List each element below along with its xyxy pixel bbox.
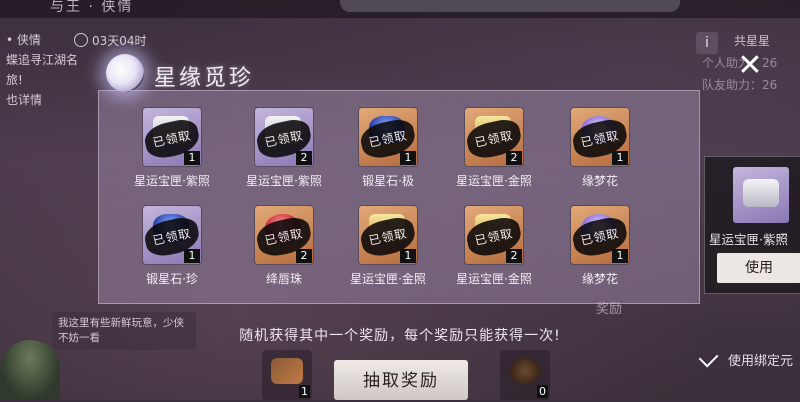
reward-tile: 已领取 2: [464, 108, 524, 166]
reward-item[interactable]: 已领取 2 星运宝匣·紫照: [236, 108, 332, 189]
reward-count: 1: [612, 151, 628, 165]
reward-item[interactable]: 已领取 2 星运宝匣·金照: [446, 206, 542, 287]
countdown: 03天04时: [74, 32, 147, 49]
reward-name: 星运宝匣·金照: [456, 174, 532, 188]
item-name: 星运宝匣·紫照: [709, 232, 788, 247]
reward-item[interactable]: 已领取 1 星运宝匣·金照: [340, 206, 436, 287]
reward-name: 缘梦花: [581, 272, 618, 286]
reward-count: 1: [400, 249, 416, 263]
reward-count: 1: [612, 249, 628, 263]
reward-name: 锻星石·极: [362, 174, 414, 188]
reward-count: 2: [296, 249, 312, 263]
use-button[interactable]: 使用: [717, 253, 800, 283]
reward-count: 1: [400, 151, 416, 165]
reward-name: 星运宝匣·金照: [350, 272, 426, 286]
left-info-line3: 旅!: [6, 73, 23, 87]
reward-name: 星运宝匣·紫照: [134, 174, 210, 188]
reward-tile: 已领取 2: [254, 206, 314, 264]
reward-count: 1: [184, 151, 200, 165]
reward-tile: 已领取 2: [254, 108, 314, 166]
use-bound-option[interactable]: 使用绑定元: [698, 347, 794, 369]
reward-name: 缘梦花: [581, 174, 618, 188]
clock-icon: [74, 33, 88, 47]
bottom-item-slot[interactable]: 1: [262, 350, 312, 400]
reward-item[interactable]: 已领取 2 星运宝匣·金照: [446, 108, 542, 189]
reward-label-behind: 奖励: [596, 302, 623, 317]
reward-count: 2: [506, 249, 522, 263]
reward-name: 星运宝匣·紫照: [246, 174, 322, 188]
reward-item[interactable]: 已领取 1 锻星石·珍: [124, 206, 220, 287]
close-icon[interactable]: ✕: [732, 48, 768, 84]
draw-reward-button[interactable]: 抽取奖励: [334, 360, 468, 400]
npc-avatar[interactable]: [0, 340, 60, 400]
reward-tile: 已领取 1: [142, 206, 202, 264]
reward-name: 星运宝匣·金照: [456, 272, 532, 286]
checkmark-icon: [698, 347, 719, 368]
bottom-item-count: 1: [299, 385, 310, 398]
left-info-line4[interactable]: 也详情: [0, 90, 110, 110]
reward-item[interactable]: 已领取 2 绛唇珠: [236, 206, 332, 287]
reward-tile: 已领取 1: [570, 206, 630, 264]
reward-item[interactable]: 已领取 1 星运宝匣·紫照: [124, 108, 220, 189]
item-tile: [733, 167, 789, 223]
reward-item[interactable]: 已领取 1 缘梦花: [552, 206, 648, 287]
dialog-title: 星缘觅珍: [154, 66, 255, 91]
reward-tile: 已领取 1: [358, 206, 418, 264]
hat-icon: [509, 358, 541, 384]
item-detail-panel: 星运宝匣·紫照 使用: [704, 156, 800, 294]
scroll-icon: [271, 358, 303, 384]
reward-count: 2: [296, 151, 312, 165]
reward-notice: 随机获得其中一个奖励，每个奖励只能获得一次!: [239, 328, 561, 344]
left-info-line2: 蝶追寻江湖名: [6, 53, 79, 67]
bottom-item-slot[interactable]: 0: [500, 350, 550, 400]
use-bound-label: 使用绑定元: [728, 354, 794, 369]
chest-icon: [743, 179, 779, 207]
moon-icon: [106, 54, 144, 92]
reward-item[interactable]: 已领取 1 缘梦花: [552, 108, 648, 189]
reward-count: 1: [184, 249, 200, 263]
reward-item[interactable]: 已领取 1 锻星石·极: [340, 108, 436, 189]
reward-tile: 已领取 1: [358, 108, 418, 166]
reward-tile: 已领取 1: [142, 108, 202, 166]
bottom-item-count: 0: [537, 385, 548, 398]
top-search-strip: [340, 0, 680, 12]
reward-name: 绛唇珠: [265, 272, 302, 286]
reward-name: 锻星石·珍: [146, 272, 198, 286]
reward-tile: 已领取 1: [570, 108, 630, 166]
countdown-text: 03天04时: [92, 34, 147, 48]
top-left-title: 与王 · 侠情: [50, 0, 134, 15]
reward-tile: 已领取 2: [464, 206, 524, 264]
reward-count: 2: [506, 151, 522, 165]
